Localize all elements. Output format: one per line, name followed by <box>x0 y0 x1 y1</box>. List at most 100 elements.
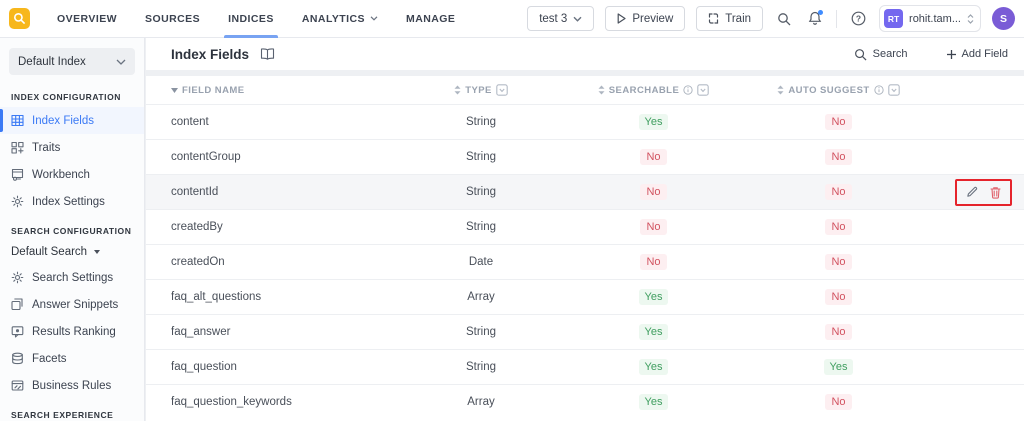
column-label: AUTO SUGGEST <box>788 84 870 96</box>
searchunify-logo-icon[interactable] <box>9 8 30 29</box>
topbar-actions: test 3 Preview Train ? RT rohit.tam... S <box>527 5 1024 32</box>
chevron-down-icon <box>370 16 378 21</box>
auto-suggest-cell: No <box>746 184 931 200</box>
nav-item-label: ANALYTICS <box>301 12 366 25</box>
table-search-label: Search <box>872 48 908 60</box>
nav-item-indices[interactable]: INDICES <box>214 0 288 38</box>
column-header-field-name[interactable]: FIELD NAME <box>171 85 401 96</box>
auto-suggest-cell: No <box>746 219 931 235</box>
annotation-highlight-box <box>955 178 1012 206</box>
caret-updown-icon <box>967 13 974 24</box>
secondary-avatar[interactable]: S <box>992 7 1015 30</box>
sort-updown-icon <box>598 85 605 95</box>
sidebar-item-workbench[interactable]: Workbench <box>0 161 144 188</box>
nav-item-label: MANAGE <box>406 12 456 25</box>
auto-suggest-cell: No <box>746 149 931 165</box>
chevron-down-icon <box>116 59 126 65</box>
search-profile-select-value: Default Search <box>11 246 88 258</box>
sidebar-item-index-settings[interactable]: Index Settings <box>0 188 144 215</box>
type-cell: String <box>465 221 497 233</box>
filter-dropdown-icon[interactable] <box>697 84 709 96</box>
searchable-cell: No <box>561 149 746 165</box>
type-cell: String <box>465 326 497 338</box>
table-row-createdon: createdOn Date No No <box>146 244 1024 279</box>
type-cell: String <box>465 361 497 373</box>
page-header-actions: Search Add Field <box>854 48 1008 61</box>
sidebar-item-answer-snippets[interactable]: Answer Snippets <box>0 291 144 318</box>
field-name-cell: contentGroup <box>171 151 241 163</box>
play-icon <box>617 13 626 24</box>
index-select-dropdown[interactable]: Default Index <box>9 48 135 75</box>
info-icon[interactable] <box>873 85 884 95</box>
field-name-cell: faq_question <box>171 361 237 373</box>
sidebar-item-results-ranking[interactable]: Results Ranking <box>0 318 144 345</box>
global-search-icon[interactable] <box>774 9 794 29</box>
nav-item-label: SOURCES <box>145 12 201 25</box>
auto-suggest-cell: No <box>746 254 931 270</box>
documentation-book-icon[interactable] <box>260 48 275 60</box>
nav-item-label: INDICES <box>228 12 274 25</box>
auto-suggest-cell: No <box>746 289 931 305</box>
svg-text:?: ? <box>855 14 860 24</box>
type-cell: Array <box>467 396 495 408</box>
sort-updown-icon <box>777 85 784 95</box>
add-field-button[interactable]: Add Field <box>946 48 1008 60</box>
preview-button-label: Preview <box>632 12 674 25</box>
notification-dot <box>818 9 824 15</box>
column-header-auto-suggest[interactable]: AUTO SUGGEST <box>746 84 931 96</box>
sort-desc-icon <box>171 87 178 93</box>
preview-button[interactable]: Preview <box>605 6 686 31</box>
searchable-cell: Yes <box>561 359 746 375</box>
search-profile-select[interactable]: Default Search <box>0 241 144 264</box>
train-button[interactable]: Train <box>696 6 764 31</box>
notifications-bell-icon[interactable] <box>805 9 825 29</box>
filter-dropdown-icon[interactable] <box>496 84 508 96</box>
field-name-cell: faq_question_keywords <box>171 396 292 408</box>
train-button-label: Train <box>725 12 752 25</box>
index-fields-table: FIELD NAME TYPE SEARCHABLE AUTO SUGGEST … <box>146 76 1024 421</box>
auto-suggest-cell: No <box>746 394 931 410</box>
traits-icon <box>11 141 24 154</box>
searchable-cell: No <box>561 184 746 200</box>
sidebar-section-label: SEARCH EXPERIENCE <box>11 410 114 420</box>
sidebar-item-traits[interactable]: Traits <box>0 134 144 161</box>
auto-suggest-cell: Yes <box>746 359 931 375</box>
table-row-faq-question: faq_question String Yes Yes <box>146 349 1024 384</box>
snippets-icon <box>11 298 24 311</box>
searchable-cell: No <box>561 219 746 235</box>
help-icon[interactable]: ? <box>848 9 868 29</box>
column-header-searchable[interactable]: SEARCHABLE <box>561 84 746 96</box>
table-row-faq-question-keywords: faq_question_keywords Array Yes No <box>146 384 1024 419</box>
field-name-cell: faq_answer <box>171 326 231 338</box>
sidebar-item-business-rules[interactable]: Business Rules <box>0 372 144 399</box>
user-avatar: RT <box>884 9 904 28</box>
delete-icon[interactable] <box>990 186 1001 199</box>
column-header-type[interactable]: TYPE <box>401 84 561 96</box>
ranking-icon <box>11 325 24 338</box>
nav-item-manage[interactable]: MANAGE <box>392 0 469 38</box>
environment-select[interactable]: test 3 <box>527 6 595 31</box>
primary-nav: OVERVIEW SOURCES INDICES ANALYTICS MANAG… <box>43 0 469 38</box>
filter-dropdown-icon[interactable] <box>887 84 900 96</box>
page-title: Index Fields <box>171 46 250 62</box>
sidebar-item-label: Index Settings <box>32 195 105 208</box>
sidebar-item-label: Index Fields <box>32 114 95 127</box>
info-icon[interactable] <box>683 85 693 95</box>
sidebar-item-label: Search Settings <box>32 271 114 284</box>
user-menu[interactable]: RT rohit.tam... <box>879 5 981 32</box>
nav-item-overview[interactable]: OVERVIEW <box>43 0 131 38</box>
gear-icon <box>11 271 24 284</box>
sidebar-item-index-fields[interactable]: Index Fields <box>0 107 144 134</box>
sidebar-item-search-settings[interactable]: Search Settings <box>0 264 144 291</box>
column-label: TYPE <box>465 84 492 96</box>
sort-updown-icon <box>454 85 461 95</box>
index-select-value: Default Index <box>18 55 86 68</box>
sidebar-item-label: Facets <box>32 352 67 365</box>
nav-item-sources[interactable]: SOURCES <box>131 0 214 38</box>
nav-item-analytics[interactable]: ANALYTICS <box>288 0 392 38</box>
sidebar-item-facets[interactable]: Facets <box>0 345 144 372</box>
edit-icon[interactable] <box>966 186 978 198</box>
plus-icon <box>946 49 957 60</box>
type-cell: String <box>465 186 497 198</box>
table-search-button[interactable]: Search <box>854 48 908 61</box>
